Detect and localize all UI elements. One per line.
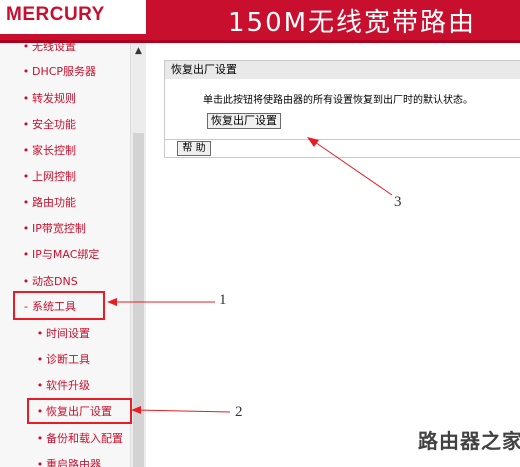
product-title: 150M无线宽带路由 [228,8,477,38]
bullet-icon: • [22,43,30,53]
sidebar-item-label: 无线设置 [32,43,76,53]
sidebar-item-ddns[interactable]: • 动态DNS [0,271,130,293]
header-bar: MERCURY 150M无线宽带路由 [0,0,520,40]
sidebar-item-parental[interactable]: • 家长控制 [0,140,130,162]
sidebar-item-label: DHCP服务器 [32,65,97,78]
sidebar-item-routing[interactable]: • 路由功能 [0,192,130,214]
sidebar-item-wireless[interactable]: • 无线设置 [0,43,130,58]
bullet-icon: • [22,118,30,131]
sidebar-item-bandwidth[interactable]: • IP带宽控制 [0,218,130,240]
bullet-icon: • [22,275,30,288]
bullet-icon: • [22,65,30,78]
sidebar-subitem-label: 软件升级 [46,379,90,392]
sidebar-subitem-firmware[interactable]: • 软件升级 [0,375,130,397]
bullet-icon: • [36,327,44,340]
sidebar-item-label: 上网控制 [32,170,76,183]
bullet-icon: • [36,353,44,366]
highlight-factory-reset-menu [27,398,132,424]
sidebar-subitem-label: 备份和载入配置 [46,432,123,445]
scroll-thumb[interactable] [133,133,144,467]
highlight-system-tools [13,291,105,320]
reset-description: 单击此按钮将使路由器的所有设置恢复到出厂时的默认状态。 [203,95,473,106]
bullet-icon: • [22,196,30,209]
bullet-icon: • [36,379,44,392]
panel-divider [165,139,520,140]
sidebar-subitem-label: 重启路由器 [46,458,101,467]
watermark-text: 路由器之家 [418,429,520,453]
bullet-icon: • [22,144,30,157]
sidebar-subitem-label: 诊断工具 [46,353,90,366]
sidebar-item-forwarding[interactable]: • 转发规则 [0,88,130,110]
sidebar-subitem-backup[interactable]: • 备份和载入配置 [0,428,130,450]
sidebar-item-dhcp[interactable]: • DHCP服务器 [0,61,130,83]
logo-box: MERCURY [0,0,146,37]
sidebar-subitem-label: 时间设置 [46,327,90,340]
sidebar-item-internet-control[interactable]: • 上网控制 [0,166,130,188]
annotation-number-1: 1 [219,292,227,308]
bullet-icon: • [36,432,44,445]
bullet-icon: • [36,458,44,467]
sidebar-item-label: IP与MAC绑定 [32,248,100,261]
annotation-number-2: 2 [235,404,243,420]
sidebar-subitem-reboot[interactable]: • 重启路由器 [0,454,130,467]
arrow-2-line [135,409,231,413]
panel-title: 恢复出厂设置 [165,61,520,79]
bullet-icon: • [22,92,30,105]
help-button[interactable]: 帮 助 [177,141,211,156]
sidebar-scrollbar[interactable]: ▲ [130,43,146,467]
sidebar-item-label: 转发规则 [32,92,76,105]
sidebar-item-ip-mac[interactable]: • IP与MAC绑定 [0,244,130,266]
scroll-up-icon[interactable]: ▲ [131,43,146,59]
sidebar-item-label: 动态DNS [32,275,78,288]
annotation-number-3: 3 [394,194,402,210]
sidebar-item-label: 家长控制 [32,144,76,157]
bullet-icon: • [22,170,30,183]
bullet-icon: • [22,248,30,261]
sidebar-item-label: IP带宽控制 [32,222,86,235]
sidebar-item-label: 安全功能 [32,118,76,131]
sidebar-subitem-diagnostics[interactable]: • 诊断工具 [0,349,130,371]
sidebar-item-security[interactable]: • 安全功能 [0,114,130,136]
sidebar-item-label: 路由功能 [32,196,76,209]
bullet-icon: • [22,222,30,235]
brand-logo: MERCURY [6,4,105,25]
factory-reset-button[interactable]: 恢复出厂设置 [207,113,281,129]
sidebar-subitem-time[interactable]: • 时间设置 [0,323,130,345]
factory-reset-panel: 恢复出厂设置 单击此按钮将使路由器的所有设置恢复到出厂时的默认状态。 恢复出厂设… [164,60,520,158]
